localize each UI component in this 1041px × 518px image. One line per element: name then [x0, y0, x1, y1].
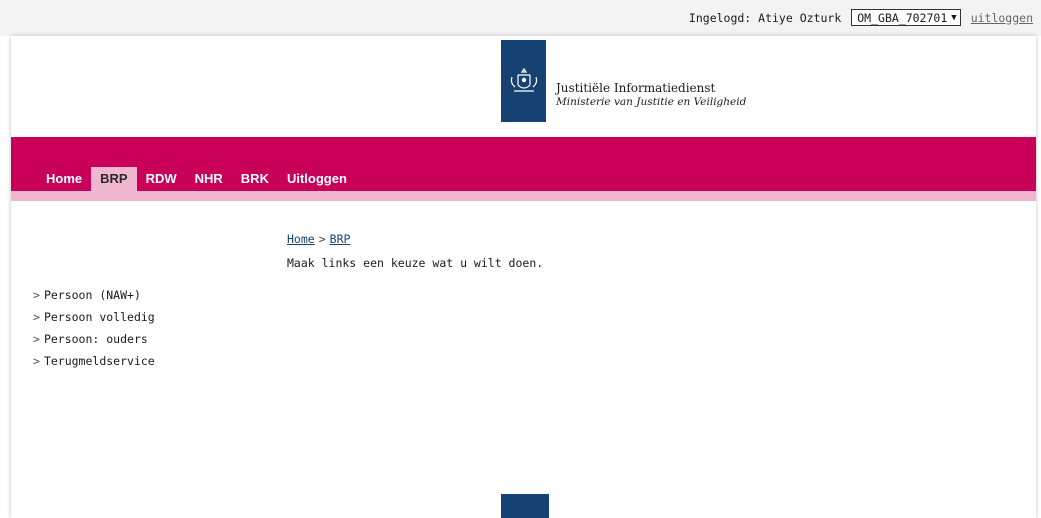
chevron-right-icon: >	[33, 310, 40, 324]
rijksoverheid-logo	[501, 40, 546, 122]
sidebar-item-label: Persoon (NAW+)	[43, 288, 141, 302]
organisation-select[interactable]: OM_GBA_702701 ▼	[851, 9, 961, 26]
intro-text: Maak links een keuze wat u wilt doen.	[287, 256, 544, 270]
logo-text: Justitiële Informatiedienst Ministerie v…	[556, 81, 746, 108]
chevron-right-icon: >	[33, 354, 40, 368]
chevron-right-icon: >	[33, 288, 40, 302]
tab-rdw[interactable]: RDW	[137, 167, 186, 191]
nav-tabs: Home BRP RDW NHR BRK Uitloggen	[37, 167, 356, 191]
subnav-bar	[11, 191, 1036, 201]
main-content: Home > BRP Maak links een keuze wat u wi…	[287, 232, 543, 270]
organisation-select-value: OM_GBA_702701	[857, 10, 948, 25]
main-nav: Home BRP RDW NHR BRK Uitloggen	[11, 137, 1036, 191]
chevron-right-icon: >	[33, 332, 40, 346]
breadcrumb-separator: >	[318, 232, 326, 246]
tab-nhr[interactable]: NHR	[186, 167, 232, 191]
sidebar-menu: > Persoon (NAW+) > Persoon volledig > Pe…	[33, 284, 155, 372]
breadcrumb-home[interactable]: Home	[287, 232, 315, 246]
sidebar-item-persoon-volledig[interactable]: > Persoon volledig	[33, 306, 155, 328]
sidebar-item-label: Terugmeldservice	[43, 354, 155, 368]
logged-in-label: Ingelogd: Atiye Ozturk	[688, 10, 842, 25]
sidebar-item-label: Persoon volledig	[43, 310, 155, 324]
top-bar: Ingelogd: Atiye Ozturk OM_GBA_702701 ▼ u…	[0, 0, 1041, 36]
sidebar-item-terugmeldservice[interactable]: > Terugmeldservice	[33, 350, 155, 372]
page-frame: Justitiële Informatiedienst Ministerie v…	[11, 36, 1036, 518]
footer-logo	[501, 494, 549, 518]
tab-uitloggen[interactable]: Uitloggen	[278, 167, 356, 191]
breadcrumb: Home > BRP	[287, 232, 543, 246]
chevron-down-icon: ▼	[951, 12, 957, 23]
logo-header: Justitiële Informatiedienst Ministerie v…	[11, 36, 1036, 137]
tab-home[interactable]: Home	[37, 167, 91, 191]
breadcrumb-brp[interactable]: BRP	[330, 232, 351, 246]
coat-of-arms-icon	[510, 67, 537, 92]
sidebar-item-persoon-ouders[interactable]: > Persoon: ouders	[33, 328, 155, 350]
sidebar-item-persoon-naw[interactable]: > Persoon (NAW+)	[33, 284, 155, 306]
ministry-name: Ministerie van Justitie en Veiligheid	[556, 96, 747, 108]
tab-brk[interactable]: BRK	[232, 167, 278, 191]
sidebar-item-label: Persoon: ouders	[43, 332, 148, 346]
user-bar: Ingelogd: Atiye Ozturk OM_GBA_702701 ▼ u…	[689, 9, 1033, 26]
org-name: Justitiële Informatiedienst	[556, 81, 716, 95]
tab-brp[interactable]: BRP	[91, 167, 137, 191]
logout-link[interactable]: uitloggen	[971, 11, 1033, 25]
